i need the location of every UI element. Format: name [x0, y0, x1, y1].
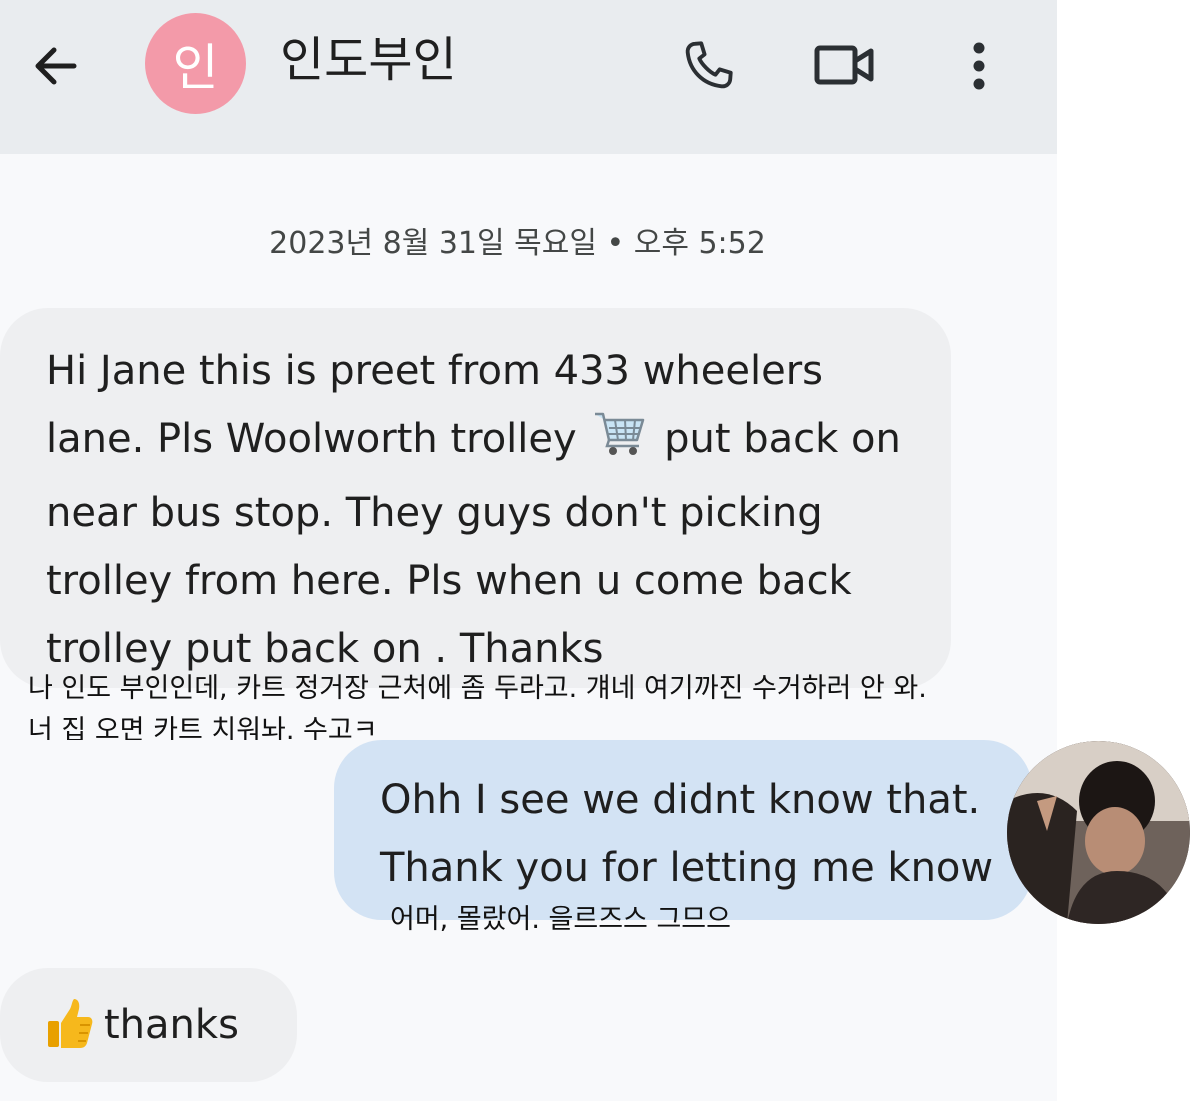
incoming-message-bubble[interactable]: thanks — [0, 968, 297, 1082]
video-call-button[interactable] — [812, 34, 876, 98]
message-line: Ohh I see we didnt know that. — [380, 777, 981, 823]
caption-line: 너 집 오면 카트 치워놔. 수고ㅋ — [28, 715, 378, 740]
video-camera-icon — [814, 45, 874, 85]
more-options-button[interactable] — [947, 34, 1011, 98]
back-arrow-icon — [35, 47, 77, 85]
translation-caption: 어머, 몰랐어. 을르즈스 그므으 — [390, 904, 731, 935]
outgoing-message-bubble[interactable]: Ohh I see we didnt know that. Thank you … — [334, 740, 1032, 920]
more-vert-icon — [973, 42, 985, 90]
back-button[interactable] — [26, 36, 86, 96]
message-line: lane. Pls Woolworth trolley put back on — [46, 405, 931, 479]
message-line: trolley from here. Pls when u come back — [46, 558, 852, 604]
user-avatar[interactable] — [1007, 741, 1190, 924]
message-text: put back on — [664, 416, 901, 462]
app-bar: 인 인도부인 — [0, 0, 1057, 154]
message-line: Thank you for letting me know — [380, 845, 994, 891]
thumbs-up-icon — [46, 997, 94, 1051]
contact-name[interactable]: 인도부인 — [280, 28, 457, 92]
message-text: lane. Pls Woolworth trolley — [46, 416, 577, 462]
shopping-cart-icon — [593, 408, 647, 479]
message-text: thanks — [104, 1002, 239, 1048]
translation-caption: 나 인도 부인인데, 카트 정거장 근처에 좀 두라고. 걔네 여기까진 수거하… — [28, 668, 1028, 740]
message-timestamp: 2023년 8월 31일 목요일 • 오후 5:52 — [269, 226, 766, 261]
message-line: Hi Jane this is preet from 433 wheelers — [46, 348, 823, 394]
phone-icon — [685, 41, 733, 89]
contact-avatar[interactable]: 인 — [145, 13, 246, 114]
incoming-message-bubble[interactable]: Hi Jane this is preet from 433 wheelers … — [0, 308, 951, 688]
message-line: near bus stop. They guys don't picking — [46, 490, 823, 536]
call-button[interactable] — [676, 34, 740, 98]
caption-line: 나 인도 부인인데, 카트 정거장 근처에 좀 두라고. 걔네 여기까진 수거하… — [28, 673, 927, 704]
